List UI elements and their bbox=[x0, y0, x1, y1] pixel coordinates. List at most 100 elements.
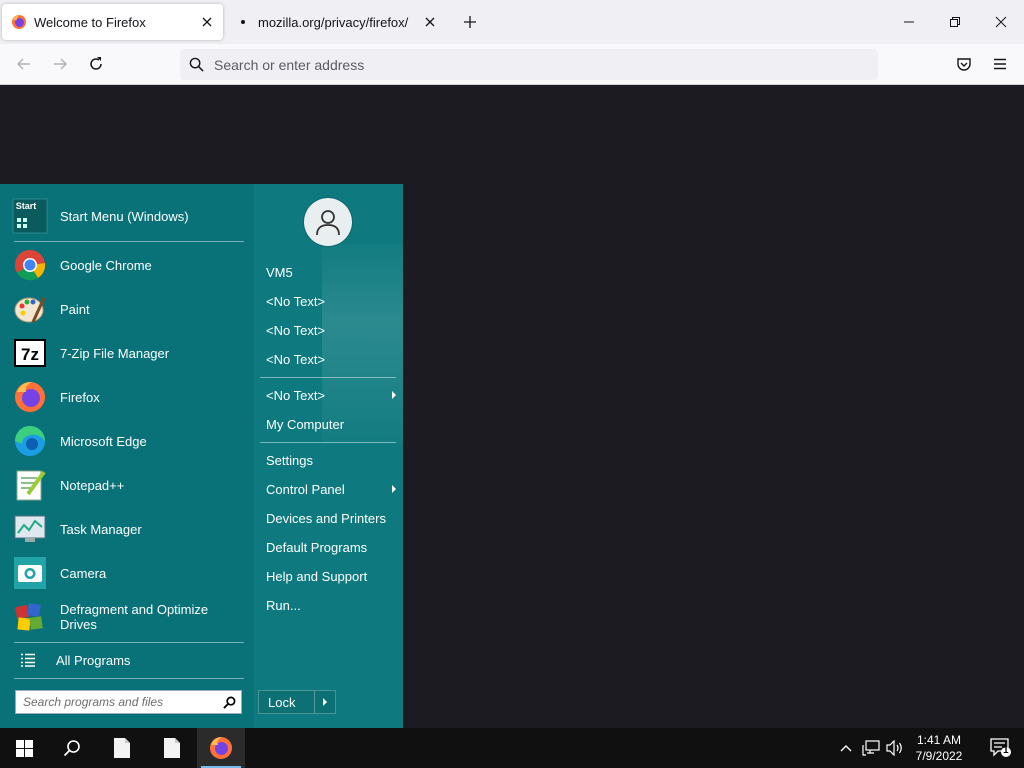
place-devices-printers[interactable]: Devices and Printers bbox=[266, 507, 396, 529]
tab-title: Welcome to Firefox bbox=[34, 14, 146, 30]
back-button[interactable] bbox=[10, 50, 38, 78]
start-menu-programs-pane: Start Start Menu (Windows) Google Chrome… bbox=[0, 184, 254, 728]
taskbar-file-2[interactable] bbox=[148, 728, 196, 768]
place-no-text-2[interactable]: <No Text> bbox=[266, 319, 396, 341]
search-icon bbox=[63, 740, 80, 757]
reload-button[interactable] bbox=[82, 50, 110, 78]
blank-document-icon bbox=[114, 738, 130, 758]
place-no-text-1[interactable]: <No Text> bbox=[266, 290, 396, 312]
program-task-manager[interactable]: Task Manager bbox=[12, 508, 244, 550]
chevron-up-icon bbox=[840, 745, 852, 752]
place-no-text-3[interactable]: <No Text> bbox=[266, 348, 396, 370]
restore-button[interactable] bbox=[932, 0, 978, 44]
taskbar: 1:41 AM 7/9/2022 1 bbox=[0, 728, 1024, 768]
place-my-computer[interactable]: My Computer bbox=[266, 413, 396, 435]
place-help-support[interactable]: Help and Support bbox=[266, 565, 396, 587]
lock-button[interactable]: Lock bbox=[258, 690, 336, 714]
place-default-programs[interactable]: Default Programs bbox=[266, 536, 396, 558]
nav-bar bbox=[0, 44, 1024, 85]
submenu-arrow-icon bbox=[392, 485, 396, 493]
all-programs-button[interactable]: All Programs bbox=[12, 648, 244, 672]
program-label: Microsoft Edge bbox=[60, 433, 147, 449]
place-no-text-4[interactable]: <No Text> bbox=[266, 384, 396, 406]
show-hidden-icons-button[interactable] bbox=[836, 728, 856, 768]
program-label: Notepad++ bbox=[60, 477, 125, 493]
divider bbox=[14, 642, 244, 643]
url-bar[interactable] bbox=[180, 49, 878, 80]
address-input[interactable] bbox=[214, 56, 854, 73]
taskbar-firefox[interactable] bbox=[197, 728, 245, 768]
program-label: Paint bbox=[60, 301, 90, 317]
program-defragment[interactable]: Defragment and Optimize Drives bbox=[12, 596, 244, 638]
program-microsoft-edge[interactable]: Microsoft Edge bbox=[12, 420, 244, 462]
program-search-input[interactable] bbox=[16, 695, 217, 709]
camera-icon bbox=[12, 555, 48, 591]
place-label: <No Text> bbox=[266, 351, 326, 367]
reload-icon bbox=[90, 57, 102, 70]
tab-welcome[interactable]: Welcome to Firefox bbox=[2, 4, 223, 40]
program-google-chrome[interactable]: Google Chrome bbox=[12, 244, 244, 286]
user-icon bbox=[316, 210, 340, 236]
tab-privacy[interactable]: mozilla.org/privacy/firefox/ bbox=[226, 4, 446, 40]
firefox-icon bbox=[11, 14, 27, 30]
place-label: Run... bbox=[266, 597, 301, 613]
action-center-button[interactable]: 1 bbox=[978, 728, 1024, 768]
firefox-icon bbox=[12, 379, 48, 415]
tab-close-icon[interactable] bbox=[195, 10, 219, 34]
place-run[interactable]: Run... bbox=[266, 594, 396, 616]
program-label: Firefox bbox=[60, 389, 100, 405]
clock-date: 7/9/2022 bbox=[915, 749, 963, 763]
program-notepadpp[interactable]: Notepad++ bbox=[12, 464, 244, 506]
place-settings[interactable]: Settings bbox=[266, 449, 396, 471]
new-tab-button[interactable] bbox=[458, 10, 482, 34]
forward-button[interactable] bbox=[46, 50, 74, 78]
program-start-menu[interactable]: Start Start Menu (Windows) bbox=[12, 195, 244, 237]
taskbar-search-button[interactable] bbox=[48, 728, 96, 768]
minimize-button[interactable] bbox=[886, 0, 932, 44]
taskbar-file-1[interactable] bbox=[98, 728, 146, 768]
loading-dot-icon bbox=[235, 14, 251, 30]
search-icon[interactable] bbox=[217, 696, 241, 709]
divider bbox=[260, 377, 396, 378]
program-7zip[interactable]: 7z 7-Zip File Manager bbox=[12, 332, 244, 374]
place-control-panel[interactable]: Control Panel bbox=[266, 478, 396, 500]
firefox-icon bbox=[210, 737, 232, 759]
tab-strip: Welcome to Firefox mozilla.org/privacy/f… bbox=[0, 0, 1024, 44]
place-label: Devices and Printers bbox=[266, 510, 386, 526]
lock-options-arrow-icon[interactable] bbox=[315, 698, 335, 706]
notepadpp-icon bbox=[12, 467, 48, 503]
start-menu-places-pane: VM5 <No Text> <No Text> <No Text> <No Te… bbox=[254, 184, 403, 728]
close-icon bbox=[995, 16, 1007, 28]
program-search-box[interactable] bbox=[15, 690, 242, 714]
lock-label: Lock bbox=[259, 691, 315, 713]
close-window-button[interactable] bbox=[978, 0, 1024, 44]
chrome-icon bbox=[12, 247, 48, 283]
place-label: <No Text> bbox=[266, 387, 326, 403]
place-label: <No Text> bbox=[266, 322, 326, 338]
divider bbox=[14, 678, 244, 679]
taskbar-clock[interactable]: 1:41 AM 7/9/2022 bbox=[900, 732, 978, 764]
search-icon bbox=[189, 57, 204, 72]
program-label: Start Menu (Windows) bbox=[60, 208, 189, 224]
pocket-icon bbox=[957, 58, 971, 71]
network-button[interactable] bbox=[860, 728, 882, 768]
program-camera[interactable]: Camera bbox=[12, 552, 244, 594]
notification-count-badge: 1 bbox=[1003, 745, 1009, 756]
app-menu-button[interactable] bbox=[986, 50, 1014, 78]
windows-logo-icon bbox=[15, 739, 33, 757]
program-paint[interactable]: Paint bbox=[12, 288, 244, 330]
start-menu-icon: Start bbox=[12, 198, 48, 234]
all-programs-label: All Programs bbox=[56, 652, 131, 668]
start-button[interactable] bbox=[0, 728, 48, 768]
program-label: Camera bbox=[60, 565, 107, 581]
program-label: Google Chrome bbox=[60, 257, 152, 273]
place-vm5[interactable]: VM5 bbox=[266, 261, 396, 283]
tab-close-icon[interactable] bbox=[418, 10, 442, 34]
plus-icon bbox=[464, 16, 476, 28]
place-label: VM5 bbox=[266, 264, 293, 280]
pocket-button[interactable] bbox=[950, 50, 978, 78]
program-firefox[interactable]: Firefox bbox=[12, 376, 244, 418]
place-label: Help and Support bbox=[266, 568, 368, 584]
arrow-right-icon bbox=[54, 58, 67, 70]
user-avatar[interactable] bbox=[304, 198, 352, 246]
